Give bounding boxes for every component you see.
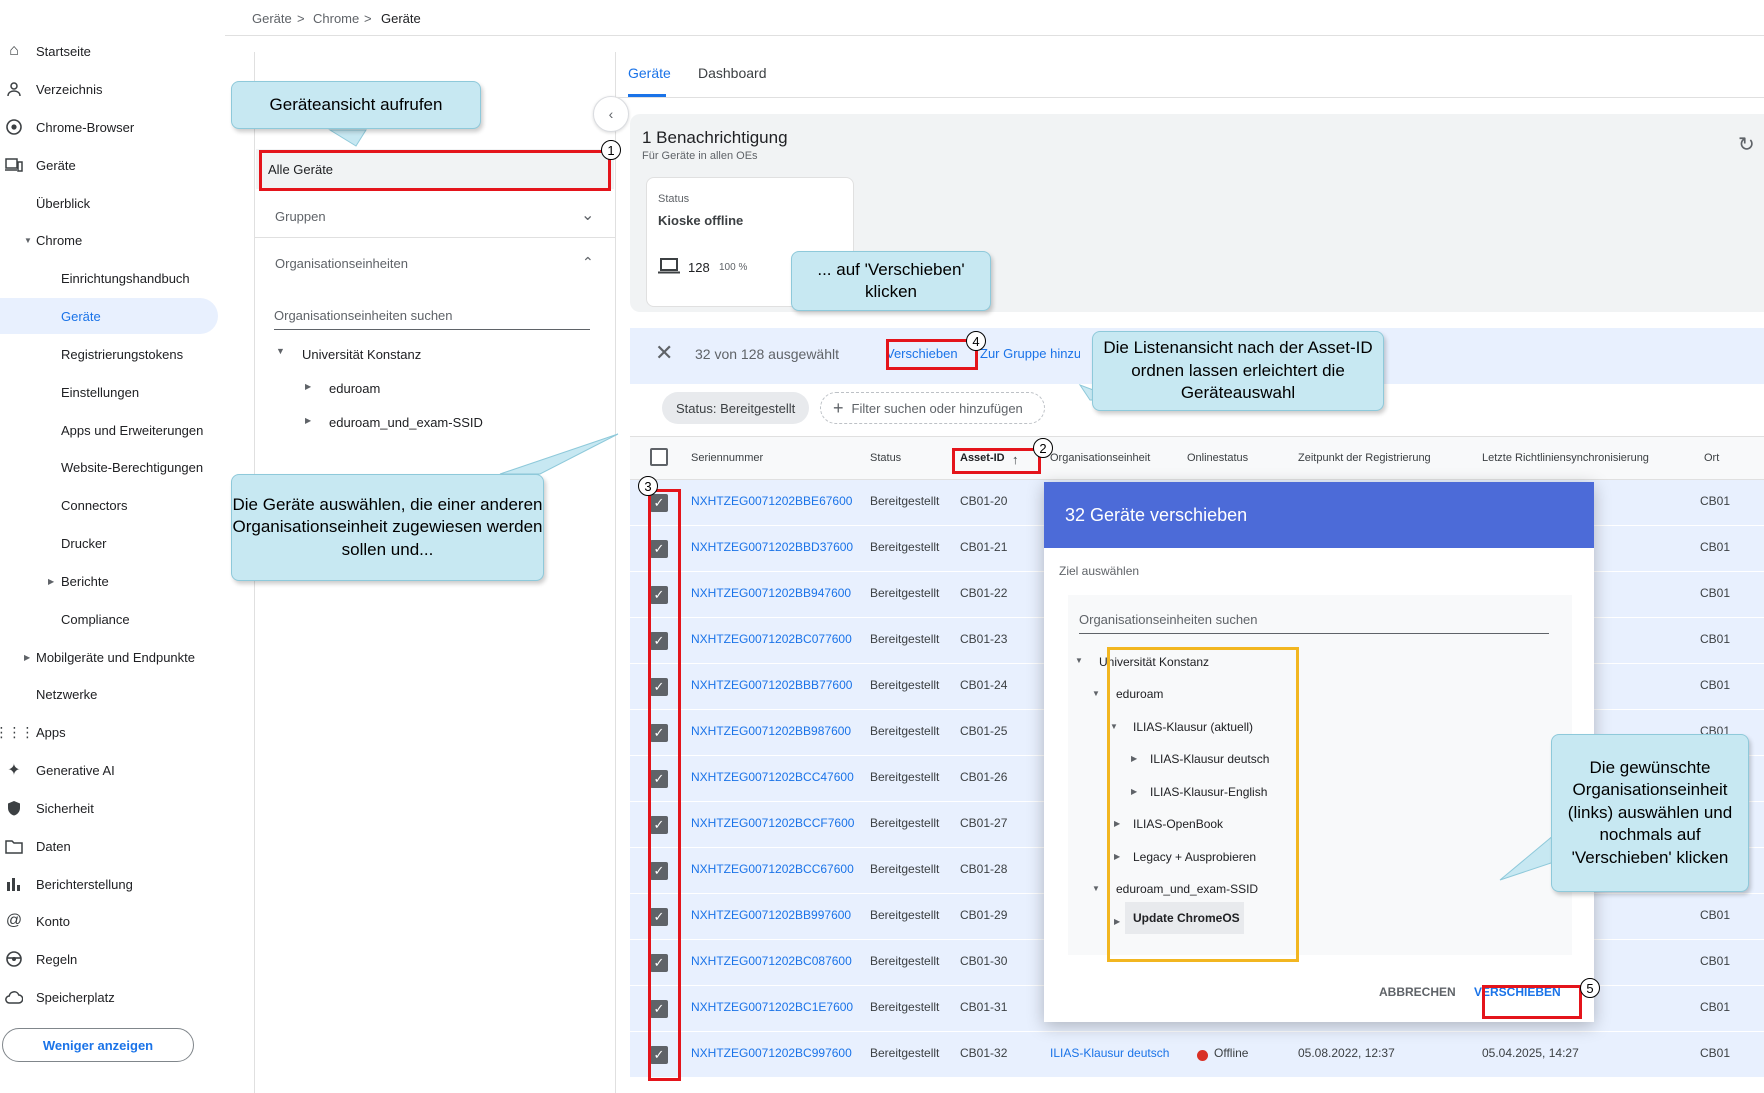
callout-step-4: ... auf 'Verschieben' klicken <box>791 251 991 311</box>
highlight-asset-id-header <box>952 448 1041 474</box>
highlight-dialog-move-button <box>1482 985 1582 1019</box>
callout-step-1: Geräteansicht aufrufen <box>231 81 481 129</box>
highlight-tree-selection <box>1107 647 1299 962</box>
highlight-move-button <box>886 339 978 370</box>
callout-step-2: Die Listenansicht nach der Asset-ID ordn… <box>1092 331 1384 411</box>
step-marker-4: 4 <box>966 331 986 351</box>
highlight-all-devices <box>259 150 611 191</box>
step-marker-1: 1 <box>601 140 621 160</box>
step-marker-3: 3 <box>638 476 658 496</box>
step-marker-2: 2 <box>1033 438 1053 458</box>
highlight-row-checkboxes <box>648 489 681 1081</box>
callout-step-5: Die gewünschte Organisationseinheit (lin… <box>1551 734 1749 892</box>
callout-step-3: Die Geräte auswählen, die einer anderen … <box>231 474 544 581</box>
step-marker-5: 5 <box>1580 978 1600 998</box>
